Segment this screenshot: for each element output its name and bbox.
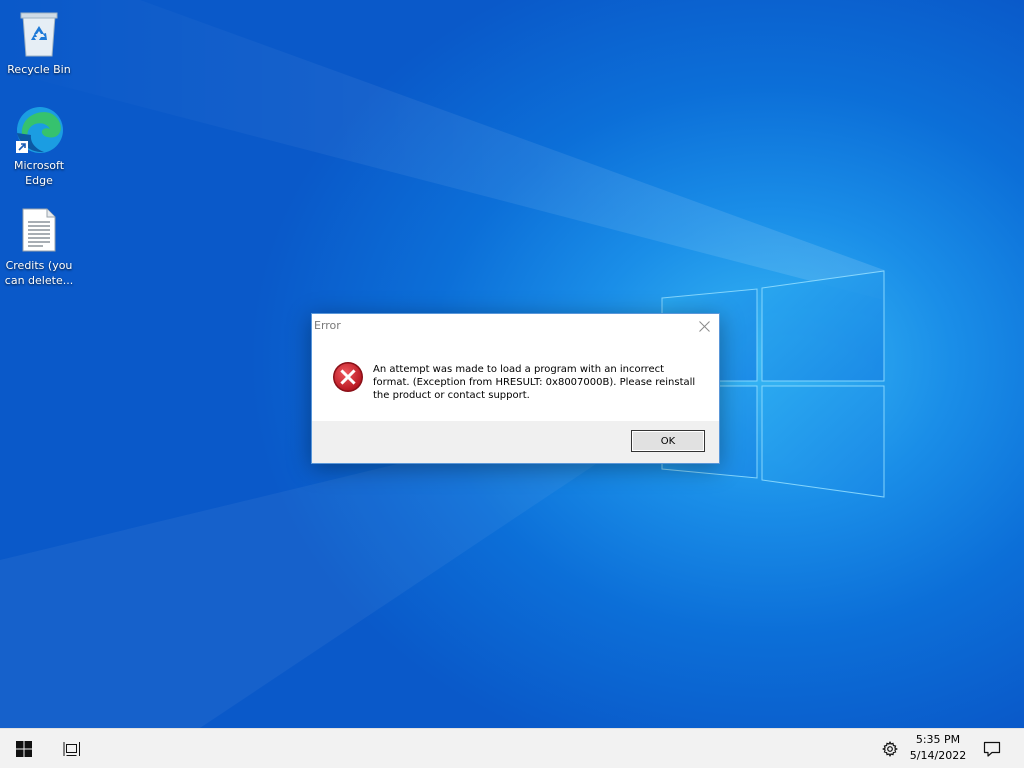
ok-button[interactable]: OK [631,430,705,452]
desktop-icon-label: Microsoft Edge [13,159,65,187]
dialog-message: An attempt was made to load a program wi… [373,364,696,401]
dialog-titlebar[interactable]: Error [312,314,719,338]
desktop-icon-recycle-bin[interactable]: Recycle Bin [4,8,74,77]
dialog-footer: OK [312,421,719,463]
text-document-icon [13,204,65,256]
action-center-icon [983,741,1001,757]
desktop-icon-label: Credits (you can delete... [4,259,74,287]
dialog-body: An attempt was made to load a program wi… [312,338,719,423]
clock-time: 5:35 PM [915,733,961,746]
dialog-title: Error [314,319,341,332]
taskbar: 5:35 PM 5/14/2022 [0,728,1024,768]
clock-date: 5/14/2022 [909,749,967,762]
error-icon [333,362,363,392]
error-dialog: Error An attempt was made to load a prog… [311,313,720,464]
task-view-button[interactable] [48,729,96,768]
close-button[interactable] [695,317,713,335]
task-view-icon [63,741,80,756]
windows-start-icon [16,740,32,757]
desktop-icon-label: Recycle Bin [7,63,71,76]
recycle-bin-icon [13,8,65,60]
gear-icon [882,740,898,757]
clock[interactable]: 5:35 PM 5/14/2022 [902,732,974,764]
action-center-button[interactable] [976,729,1008,768]
start-button[interactable] [0,729,48,768]
edge-icon [13,104,65,156]
desktop-icon-microsoft-edge[interactable]: Microsoft Edge [4,104,74,188]
desktop: Recycle Bin Microsoft Edge Credits (you … [0,0,1024,728]
desktop-icon-credits[interactable]: Credits (you can delete... [4,204,74,288]
close-icon [698,320,710,332]
